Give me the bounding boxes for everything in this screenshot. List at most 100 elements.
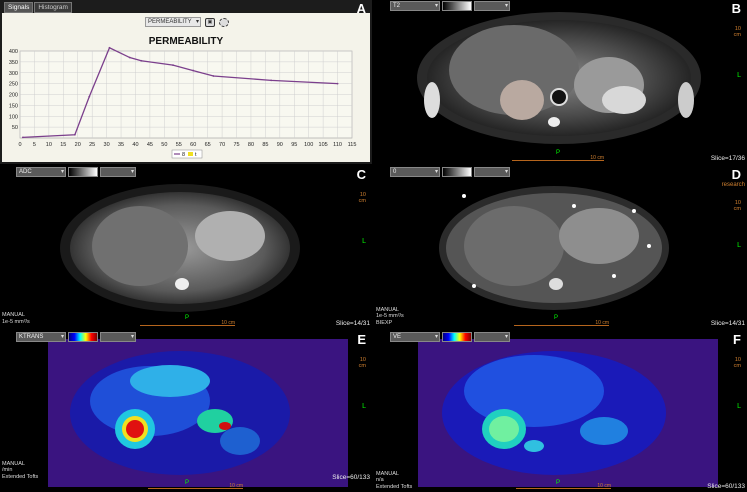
x-tick-label: 90 [277,142,283,148]
x-tick-label: 115 [348,142,357,148]
data-point [212,75,215,77]
panel-letter: B [731,1,741,16]
chart-title: PERMEABILITY [149,36,224,47]
map-info: MANUAL n/a Extended Tofts [376,470,413,490]
overlay-select[interactable] [474,167,510,177]
sequence-select[interactable]: ADC [16,167,66,177]
slice-indicator: Slice=14/31 [335,320,370,327]
map-info: MANUAL 1e-5 mm²/s BIEXP [376,306,404,326]
data-point [336,82,339,85]
panel-b-t2: T2 B 10cm L P 10 cm Slice=17/36 [374,0,747,164]
vertical-scale: 10 cm [358,192,366,204]
tab-signals[interactable]: Signals [4,2,34,13]
data-point [192,69,195,72]
left-marker: L [737,72,741,79]
x-tick-label: 55 [176,142,182,148]
y-tick-label: 200 [9,93,18,99]
y-tick-label: 350 [9,60,18,66]
x-tick-label: 80 [248,142,254,148]
overlay-select[interactable] [100,167,136,177]
scale-bar: 10 cm [512,155,604,161]
x-tick-label: 45 [147,142,153,148]
map-info: MANUAL 1e-5 mm²/s [2,312,30,325]
sequence-select[interactable]: KTRANS [16,332,66,342]
plot-area: PERMEABILITY ▣ PERMEABILITY 0 5 10 15 20 25 30 3… [2,13,370,162]
x-tick-label: 15 [60,142,66,148]
sequence-select[interactable]: 0 [390,167,440,177]
vertical-scale: 10 cm [733,200,741,212]
slice-indicator: Slice=14/31 [710,320,745,327]
overlay-select[interactable] [100,332,136,342]
series-toolbar: T2 [390,1,510,11]
x-tick-label: 10 [46,142,52,148]
panel-d-biexp: 0 D research MANUAL1e-5 mm²/sBIEXP 10cm … [374,166,747,329]
vertical-scale: 10 cm [358,357,366,369]
map-info: MANUAL/min Extended Tofts [2,460,39,480]
sequence-select[interactable]: VE [390,332,440,342]
x-tick-label: 105 [319,142,328,148]
x-tick-label: 25 [89,142,95,148]
t2-mri-image [417,12,701,144]
panel-f-ve: VE F MANUALn/aExtended Tofts 10cm L P 10… [374,331,747,492]
biexp-mri-image [439,186,669,310]
x-tick-label: 110 [333,142,342,148]
scale-bar: 10 cm [516,483,611,489]
permeability-chart: PERMEABILITY 0 5 10 15 20 25 30 35 40 45 50 55 60 65 70… [9,36,357,159]
vertical-scale: 10 cm [733,26,741,38]
x-tick-label: 20 [75,142,81,148]
data-point [140,59,143,62]
y-tick-label: 300 [9,71,18,77]
colormap-gradient[interactable] [68,332,98,342]
panel-e-ktrans: KTRANS E MANUAL/minExtended Tofts 10cm L… [0,331,372,492]
window-level-gradient[interactable] [442,167,472,177]
scale-bar: 10 cm [148,483,243,489]
left-marker: L [737,242,741,249]
y-tick-label: 150 [9,103,18,109]
sequence-select[interactable]: T2 [390,1,440,11]
region-icon[interactable] [219,17,229,27]
x-tick-label: 0 [18,142,21,148]
window-level-gradient[interactable] [68,167,98,177]
panel-letter: C [356,167,366,182]
series-toolbar: VE [390,332,510,342]
legend-entry: 8 [182,152,185,158]
parameter-select[interactable]: PERMEABILITY [145,17,201,27]
ktrans-map-image [48,339,348,487]
data-point [108,46,111,49]
research-label: research [721,182,745,188]
x-tick-label: 60 [190,142,196,148]
x-tick-label: 75 [233,142,239,148]
y-tick-label: 400 [9,49,18,55]
panel-letter: E [357,332,366,347]
left-marker: L [737,403,741,410]
x-tick-label: 70 [219,142,225,148]
overlay-select[interactable] [474,1,510,11]
window-level-gradient[interactable] [442,1,472,11]
export-icon[interactable]: ▣ [205,17,215,27]
panel-letter: F [733,332,741,347]
vertical-scale: 10 cm [733,357,741,369]
data-point [73,133,76,136]
series-toolbar: 0 [390,167,510,177]
panel-a-signal-chart: Signals Histogram A PERMEABILITY ▣ PERME… [0,0,372,164]
y-tick-label: 50 [12,125,18,131]
data-point [270,79,273,82]
colormap-gradient[interactable] [442,332,472,342]
chart-toolbar: PERMEABILITY ▣ [145,17,229,27]
series-toolbar: KTRANS [16,332,136,342]
overlay-select[interactable] [474,332,510,342]
scale-bar: 10 cm [514,320,609,326]
panel-letter: D [731,167,741,182]
left-marker: L [362,403,366,410]
x-tick-label: 95 [291,142,297,148]
x-tick-label: 5 [33,142,36,148]
slice-indicator: Slice=60/133 [707,483,745,490]
left-marker: L [362,238,366,245]
data-point [88,95,91,98]
x-tick-label: 30 [104,142,110,148]
series-toolbar: ADC [16,167,136,177]
x-tick-label: 40 [132,142,138,148]
tab-histogram[interactable]: Histogram [34,2,72,13]
data-point [21,136,24,139]
chart-tabs: Signals Histogram [4,2,72,13]
